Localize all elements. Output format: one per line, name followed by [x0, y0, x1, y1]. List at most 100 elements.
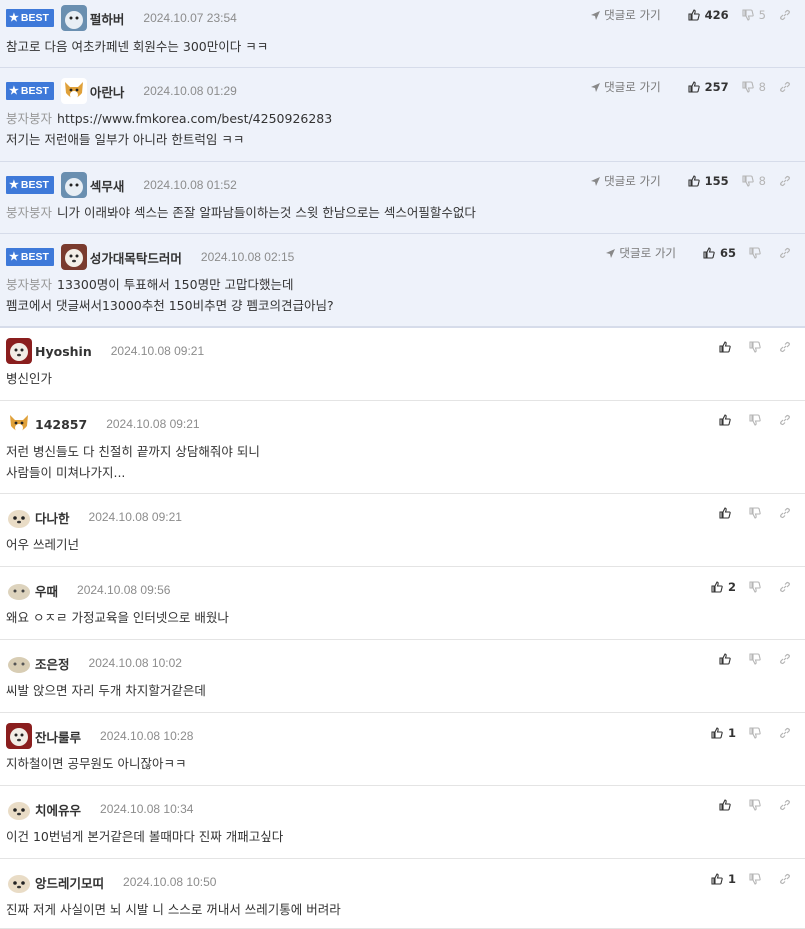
avatar[interactable] — [6, 504, 32, 530]
nickname[interactable]: 다나한 — [35, 508, 70, 527]
goto-comment-link[interactable]: 댓글로 가기 — [605, 245, 676, 261]
thumbs-up-icon — [688, 9, 700, 21]
avatar[interactable] — [60, 78, 87, 104]
comment-body: 병신인가 — [6, 368, 795, 389]
paper-plane-icon — [591, 10, 601, 20]
thumbs-up-icon — [688, 81, 700, 93]
comment-link[interactable]: https://www.fmkorea.com/best/4250926283 — [57, 111, 332, 126]
goto-comment-link[interactable]: 댓글로 가기 — [590, 173, 661, 189]
best-badge: ★ BEST — [6, 82, 54, 100]
nickname[interactable]: 앙드레기모띠 — [35, 873, 104, 892]
comment-body: 붕자붕자 니가 이래봐야 섹스는 존잘 알파남들이하는것 스윗 한남으로는 섹스어… — [6, 205, 476, 220]
avatar[interactable] — [6, 338, 32, 364]
downvote-button[interactable] — [749, 653, 766, 665]
upvote-button[interactable] — [719, 507, 736, 519]
share-button[interactable] — [779, 414, 796, 426]
avatar[interactable] — [6, 796, 32, 822]
link-icon — [780, 727, 790, 739]
upvote-button[interactable] — [719, 414, 736, 426]
nickname[interactable]: 우때 — [35, 581, 58, 600]
upvote-button[interactable]: 426 — [688, 8, 729, 22]
upvote-button[interactable]: 2 — [711, 580, 736, 594]
thumbs-down-icon — [749, 414, 761, 426]
thumbs-down-icon — [749, 581, 761, 593]
nickname[interactable]: 펄하버 — [90, 9, 125, 28]
upvote-button[interactable] — [719, 341, 736, 353]
avatar[interactable] — [6, 650, 32, 676]
downvote-button[interactable]: 8 — [742, 80, 766, 94]
comment-body: 참고로 다음 여초카페넨 회원수는 300만이다 ㅋㅋ — [6, 39, 269, 54]
comment-actions — [706, 414, 796, 426]
share-button[interactable] — [779, 653, 796, 665]
share-button[interactable] — [779, 175, 796, 187]
upvote-button[interactable]: 155 — [688, 174, 729, 188]
link-icon — [780, 341, 790, 353]
share-button[interactable] — [779, 799, 796, 811]
downvote-button[interactable] — [749, 341, 766, 353]
reply-target[interactable]: 붕자붕자 — [6, 205, 52, 220]
star-icon: ★ — [9, 179, 19, 191]
comment-text-line: 병신인가 — [6, 371, 53, 386]
downvote-button[interactable]: 5 — [742, 8, 766, 22]
comment-date: 2024.10.08 09:21 — [106, 417, 200, 431]
comment-actions: 댓글로 가기 257 8 — [590, 79, 796, 95]
comment-body: 씨발 앉으면 자리 두개 차지할거같은데 — [6, 680, 795, 701]
downvote-button[interactable] — [749, 247, 766, 259]
comment-meta: 앙드레기모띠 2024.10.08 10:50 — [6, 869, 216, 895]
comment-actions: 댓글로 가기 65 — [605, 245, 796, 261]
share-button[interactable] — [779, 341, 796, 353]
nickname[interactable]: 142857 — [35, 417, 87, 432]
thumbs-up-icon — [719, 341, 731, 353]
link-icon — [780, 507, 790, 519]
comment-body: 붕자붕자 13300명이 투표해서 150명만 고맙다했는데 펨코에서 댓글써서1… — [6, 277, 334, 313]
downvote-button[interactable] — [749, 799, 766, 811]
nickname[interactable]: 아란나 — [90, 82, 125, 101]
avatar[interactable] — [6, 723, 32, 749]
goto-comment-link[interactable]: 댓글로 가기 — [590, 7, 661, 23]
nickname[interactable]: 잔나룰루 — [35, 727, 81, 746]
avatar[interactable] — [6, 577, 32, 603]
comment: 치에유우 2024.10.08 10:34 이건 10번넘게 본거같은데 볼때마… — [0, 786, 805, 859]
avatar[interactable] — [6, 869, 32, 895]
share-button[interactable] — [779, 507, 796, 519]
comment-text-line: 어우 쓰레기넌 — [6, 537, 79, 552]
share-button[interactable] — [779, 581, 796, 593]
share-button[interactable] — [779, 81, 796, 93]
star-icon: ★ — [9, 85, 19, 97]
comment-date: 2024.10.08 01:29 — [143, 84, 237, 98]
share-button[interactable] — [779, 9, 796, 21]
comment-meta: 조은정 2024.10.08 10:02 — [6, 650, 182, 676]
share-button[interactable] — [779, 873, 796, 885]
downvote-button[interactable] — [749, 873, 766, 885]
thumbs-up-icon — [711, 873, 723, 885]
thumbs-down-icon — [742, 81, 754, 93]
upvote-button[interactable] — [719, 653, 736, 665]
avatar[interactable] — [60, 244, 87, 270]
upvote-button[interactable] — [719, 799, 736, 811]
share-button[interactable] — [779, 727, 796, 739]
reply-target[interactable]: 붕자붕자 — [6, 277, 52, 292]
downvote-button[interactable] — [749, 727, 766, 739]
downvote-button[interactable] — [749, 507, 766, 519]
upvote-button[interactable]: 1 — [711, 872, 736, 886]
downvote-button[interactable] — [749, 581, 766, 593]
nickname[interactable]: 섹무새 — [90, 176, 125, 195]
downvote-button[interactable]: 8 — [742, 174, 766, 188]
nickname[interactable]: 조은정 — [35, 654, 70, 673]
goto-comment-link[interactable]: 댓글로 가기 — [590, 79, 661, 95]
nickname[interactable]: Hyoshin — [35, 344, 92, 359]
upvote-button[interactable]: 65 — [703, 246, 736, 260]
downvote-button[interactable] — [749, 414, 766, 426]
nickname[interactable]: 성가대목탁드러머 — [90, 248, 182, 267]
comment-meta: 잔나룰루 2024.10.08 10:28 — [6, 723, 193, 749]
reply-target[interactable]: 붕자붕자 — [6, 111, 52, 126]
upvote-button[interactable]: 1 — [711, 726, 736, 740]
thumbs-up-icon — [719, 799, 731, 811]
avatar[interactable] — [60, 172, 87, 198]
comment-text-line: 사람들이 미쳐나가지... — [6, 465, 126, 480]
avatar[interactable] — [60, 5, 87, 31]
share-button[interactable] — [779, 247, 796, 259]
nickname[interactable]: 치에유우 — [35, 800, 81, 819]
upvote-button[interactable]: 257 — [688, 80, 729, 94]
avatar[interactable] — [6, 411, 32, 437]
